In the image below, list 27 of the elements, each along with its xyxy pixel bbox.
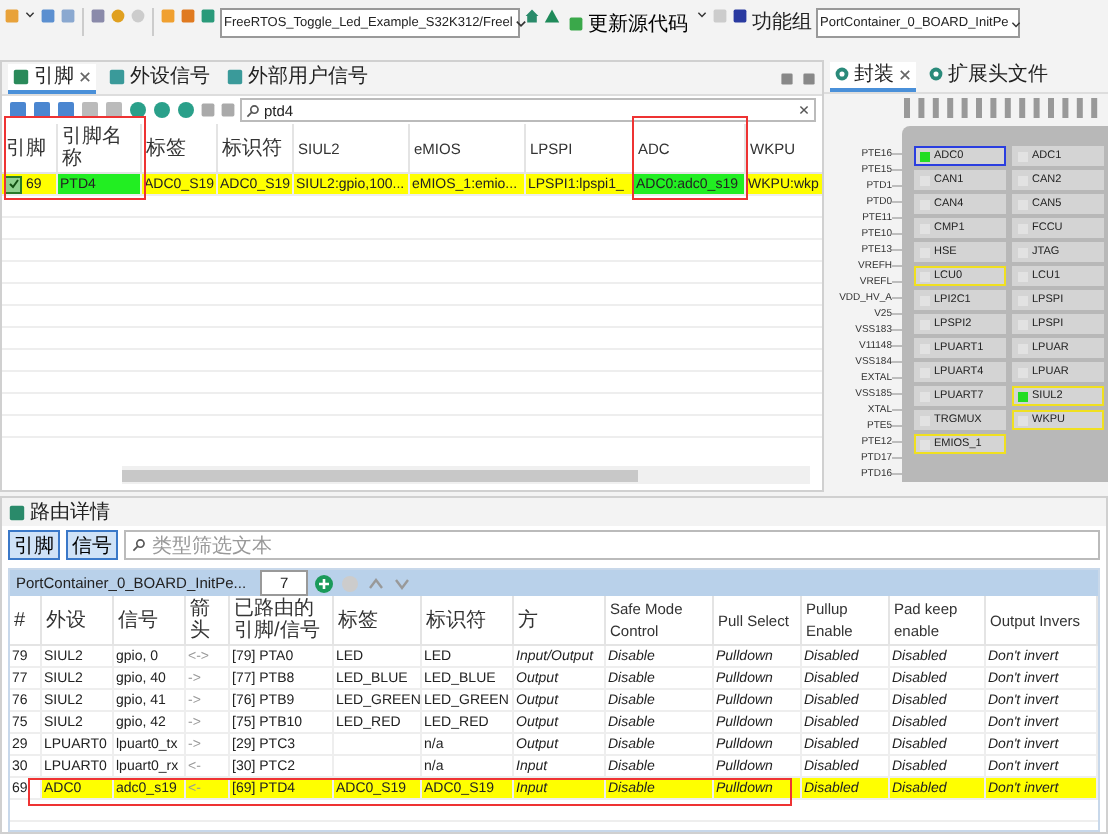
close-icon[interactable]: [898, 67, 912, 81]
panel-tab[interactable]: 扩展头文件: [924, 61, 1052, 91]
close-icon[interactable]: [78, 69, 92, 83]
clear-icon[interactable]: [798, 104, 810, 116]
caret-icon[interactable]: [24, 8, 36, 20]
add-icon[interactable]: [314, 573, 335, 593]
filter-toggle[interactable]: 引脚: [8, 530, 60, 560]
caret-icon[interactable]: [696, 8, 708, 20]
move-up-icon[interactable]: [366, 573, 387, 593]
caret-icon[interactable]: [1010, 17, 1023, 29]
warning-icon[interactable]: [544, 8, 560, 24]
panel-tab[interactable]: 封装: [830, 61, 916, 91]
panel-tab[interactable]: 外设信号: [104, 63, 214, 93]
caret-icon[interactable]: [514, 16, 529, 30]
search-icon: [132, 538, 146, 552]
annotation-frame: [4, 116, 146, 200]
panel-title: 路由详情: [30, 499, 110, 526]
function-group-label: 功能组: [752, 9, 812, 38]
panel-tab[interactable]: 引脚: [8, 63, 96, 93]
home-icon[interactable]: [524, 8, 540, 24]
annotation-frame: [632, 116, 748, 200]
horizontal-scrollbar[interactable]: [122, 466, 810, 484]
panel-tab[interactable]: 外部用户信号: [222, 63, 372, 93]
filter-toggle[interactable]: 信号: [66, 530, 118, 560]
search-icon: [246, 103, 260, 117]
table-cell: [334, 756, 422, 778]
update-code-button[interactable]: 更新源代码: [564, 8, 692, 38]
